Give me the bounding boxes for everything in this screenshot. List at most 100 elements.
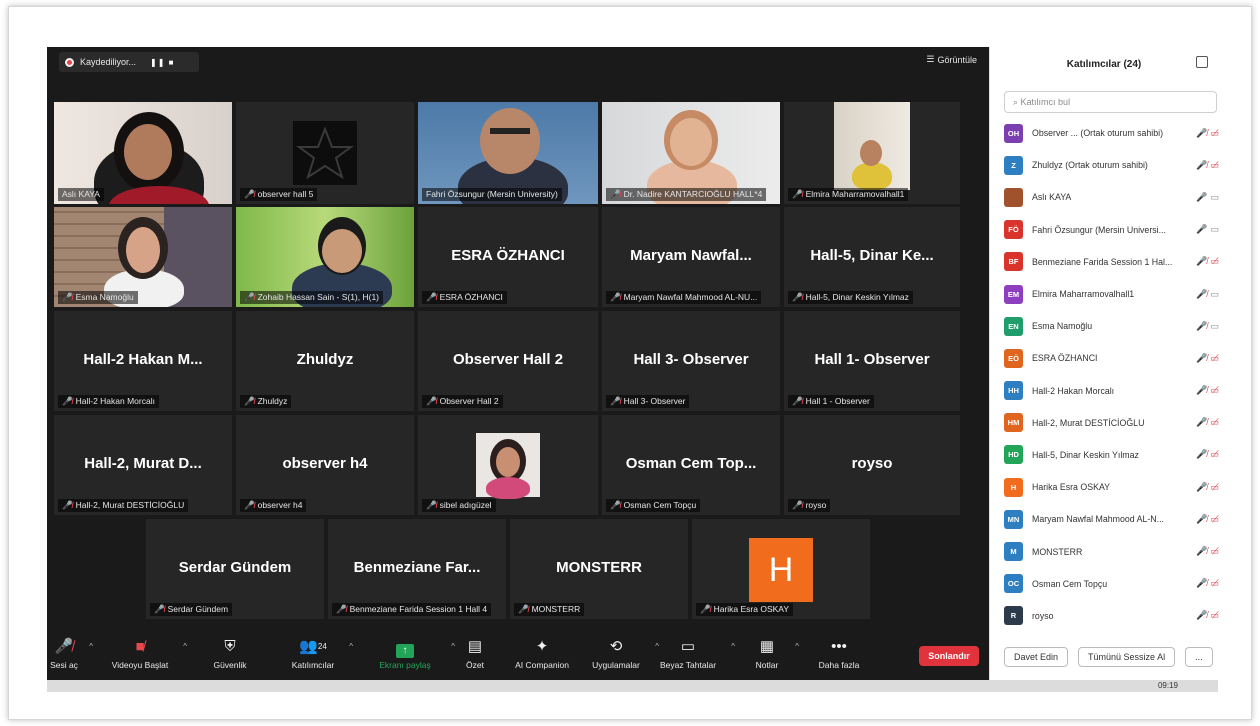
video-tile[interactable]: observer h4 🎤̸ observer h4 xyxy=(236,415,414,515)
ai-companion-button[interactable]: ✦ AI Companion xyxy=(509,630,575,670)
participant-label: 🎤̸ Benmeziane Farida Session 1 Hall 4 xyxy=(332,603,492,616)
chevron-up-icon[interactable]: ^ xyxy=(731,642,735,651)
participant-row[interactable]: OC Osman Cem Topçu 🎤̸ ▭̸ xyxy=(1004,568,1219,600)
search-icon: ⌕ xyxy=(1013,97,1021,107)
participant-row[interactable]: MN Maryam Nawfal Mahmood AL-N... 🎤̸ ▭̸ xyxy=(1004,503,1219,535)
participant-row[interactable]: Aslı KAYA 🎤 ▭ xyxy=(1004,181,1219,213)
video-tile[interactable]: Zhuldyz 🎤̸ Zhuldyz xyxy=(236,311,414,411)
participant-search-input[interactable]: ⌕ Katılımcı bul xyxy=(1004,91,1217,113)
participant-name: Maryam Nawfal... xyxy=(630,246,752,264)
camera-off-icon: ▭̸ xyxy=(1210,385,1219,396)
more-button[interactable]: ••• Daha fazla xyxy=(811,630,867,670)
camera-off-icon: ▭̸ xyxy=(1210,578,1219,589)
video-tile[interactable]: roysо 🎤̸ roysо xyxy=(784,415,960,515)
participant-row[interactable]: HM Hall-2, Murat DESTİCİOĞLU 🎤̸ ▭̸ xyxy=(1004,407,1219,439)
video-tile[interactable]: Hall 3- Observer 🎤̸ Hall 3- Observer xyxy=(602,311,780,411)
video-tile[interactable]: 🎤̸ Zohaib Hassan Sain - S(1), H(1) xyxy=(236,207,414,307)
participants-button[interactable]: 👥24 Katılımcılar ^ xyxy=(285,630,353,670)
camera-off-icon: ▭̸ xyxy=(1210,449,1219,460)
participant-row[interactable]: H Harika Esra OSKAY 🎤̸ ▭̸ xyxy=(1004,471,1219,503)
end-meeting-button[interactable]: Sonlandır xyxy=(919,646,979,666)
security-button[interactable]: ⛨ Güvenlik xyxy=(205,630,255,670)
profile-image xyxy=(293,121,357,185)
more-options-button[interactable]: ... xyxy=(1185,647,1213,667)
whiteboard-button[interactable]: ▭ Beyaz Tahtalar ^ xyxy=(653,630,735,670)
share-screen-button[interactable]: ↑ Ekranı paylaş ^ xyxy=(367,630,455,670)
video-tile[interactable]: Serdar Gündem 🎤̸ Serdar Gündem xyxy=(146,519,324,619)
chevron-up-icon[interactable]: ^ xyxy=(451,642,455,651)
participant-name: MONSTERR xyxy=(1032,546,1083,557)
avatar: HD xyxy=(1004,445,1023,465)
participant-row[interactable]: HH Hall-2 Hakan Morcalı 🎤̸ ▭̸ xyxy=(1004,375,1219,407)
participant-row[interactable]: M MONSTERR 🎤̸ ▭̸ xyxy=(1004,535,1219,567)
video-tile[interactable]: Hall-5, Dinar Ke... 🎤̸ Hall-5, Dinar Kesk… xyxy=(784,207,960,307)
chevron-up-icon[interactable]: ^ xyxy=(349,642,353,651)
video-tile[interactable]: 🎤̸ Dr. Nadire KANTARCIOĞLU HALL*4 xyxy=(602,102,780,204)
view-button[interactable]: ☰ Görüntüle xyxy=(926,54,977,65)
video-tile[interactable]: Hall 1- Observer 🎤̸ Hall 1 - Observer xyxy=(784,311,960,411)
participant-name: Aslı KAYA xyxy=(1032,192,1072,203)
camera-icon: ▭ xyxy=(1210,191,1219,202)
participant-row[interactable]: Z Zhuldyz (Ortak oturum sahibi) 🎤̸ ▭̸ xyxy=(1004,149,1219,181)
video-tile[interactable]: 🎤̸ Esma Namoğlu xyxy=(54,207,232,307)
participant-row[interactable]: EN Esma Namoğlu 🎤̸ ▭ xyxy=(1004,310,1219,342)
participant-name: Observer ... (Ortak oturum sahibi) xyxy=(1032,128,1164,139)
participant-row[interactable]: BF Benmeziane Farida Session 1 Hal... 🎤̸ ▭̸ xyxy=(1004,246,1219,278)
mic-muted-icon: 🎤̸ xyxy=(1196,159,1208,170)
mute-all-button[interactable]: Tümünü Sessize Al xyxy=(1078,647,1176,667)
video-tile[interactable]: ESRA ÖZHANCI 🎤̸ ESRA ÖZHANCI xyxy=(418,207,598,307)
camera-icon: ▭ xyxy=(1210,224,1219,235)
camera-off-icon: ▭̸ xyxy=(1210,546,1219,557)
summary-button[interactable]: ▤ Özet xyxy=(457,630,493,670)
video-tile[interactable]: 🎤̸ Elmira Maharramovalhall1 xyxy=(784,102,960,204)
avatar: EM xyxy=(1004,284,1023,304)
participant-row[interactable]: EM Elmira Maharramovalhall1 🎤̸ ▭ xyxy=(1004,278,1219,310)
camera-icon: ▭ xyxy=(1210,288,1219,299)
video-tile[interactable]: Observer Hall 2 🎤̸ Observer Hall 2 xyxy=(418,311,598,411)
unmute-button[interactable]: 🎤̸ Sesi aç ^ xyxy=(47,630,93,670)
participant-row[interactable]: FÖ Fahri Özsungur (Mersin Universi... 🎤 ▭ xyxy=(1004,214,1219,246)
video-tile[interactable]: Osman Cem Top... 🎤̸ Osman Cem Topçu xyxy=(602,415,780,515)
mic-muted-icon: 🎤̸ xyxy=(1196,320,1208,331)
participant-name: Hall-2, Murat DESTİCİOĞLU xyxy=(1032,417,1145,428)
participant-list: OH Observer ... (Ortak oturum sahibi) 🎤̸ ▭̸… xyxy=(1004,117,1219,632)
participant-name: observer h4 xyxy=(282,454,368,472)
chevron-up-icon[interactable]: ^ xyxy=(795,642,799,651)
participant-row[interactable]: Rroysо 🎤̸ ▭̸ xyxy=(1004,600,1219,632)
camera-off-icon: ▭̸ xyxy=(1210,481,1219,492)
camera-off-icon: ▭̸ xyxy=(1210,513,1219,524)
apps-icon: ⟲ xyxy=(609,638,623,655)
participant-row[interactable]: EÖ ESRA ÖZHANCI 🎤̸ ▭̸ xyxy=(1004,342,1219,374)
popout-icon[interactable] xyxy=(1196,56,1208,68)
apps-button[interactable]: ⟲ Uygulamalar ^ xyxy=(585,630,659,670)
chevron-up-icon[interactable]: ^ xyxy=(89,642,93,651)
mic-muted-icon: 🎤̸ xyxy=(1196,578,1208,589)
camera-off-icon: ▭̸ xyxy=(1210,352,1219,363)
video-tile[interactable]: MONSTERR 🎤̸ MONSTERR xyxy=(510,519,688,619)
camera-off-icon: ■̸ xyxy=(135,638,145,655)
invite-button[interactable]: Davet Edin xyxy=(1004,647,1069,667)
participant-row[interactable]: OH Observer ... (Ortak oturum sahibi) 🎤̸ ▭̸ xyxy=(1004,117,1219,149)
share-icon: ↑ xyxy=(396,644,414,658)
participant-name: Benmeziane Far... xyxy=(353,558,481,576)
chevron-up-icon[interactable]: ^ xyxy=(183,642,187,651)
avatar: MN xyxy=(1004,509,1023,529)
participant-row[interactable]: HD Hall-5, Dinar Keskin Yılmaz 🎤̸ ▭̸ xyxy=(1004,439,1219,471)
video-tile-active-speaker[interactable]: Fahri Özsungur (Mersin University) xyxy=(418,102,598,204)
video-tile[interactable]: Hall-2, Murat D... 🎤̸ Hall-2, Murat DESTİ… xyxy=(54,415,232,515)
video-tile[interactable]: 🎤̸ observer hall 5 xyxy=(236,102,414,204)
mic-muted-icon: 🎤̸ xyxy=(1196,449,1208,460)
start-video-button[interactable]: ■̸ Videoyu Başlat ^ xyxy=(105,630,187,670)
video-tile[interactable]: 🎤̸ sibel adıgüzel xyxy=(418,415,598,515)
recording-indicator[interactable]: Kaydediliyor... ❚❚ ■ xyxy=(59,52,199,72)
participant-name: Fahri Özsungur (Mersin Universi... xyxy=(1032,224,1166,235)
video-tile[interactable]: Aslı KAYA xyxy=(54,102,232,204)
notes-button[interactable]: ▦ Notlar ^ xyxy=(747,630,799,670)
avatar xyxy=(1004,187,1023,207)
video-tile[interactable]: Hall-2 Hakan M... 🎤̸ Hall-2 Hakan Morcalı xyxy=(54,311,232,411)
video-tile[interactable]: Maryam Nawfal... 🎤̸ Maryam Nawfal Mahmood… xyxy=(602,207,780,307)
recording-controls[interactable]: ❚❚ ■ xyxy=(150,58,174,67)
participant-label: 🎤̸ Zhuldyz xyxy=(240,395,292,408)
video-tile[interactable]: Benmeziane Far... 🎤̸ Benmeziane Farida Se… xyxy=(328,519,506,619)
video-tile[interactable]: H 🎤̸ Harika Esra OSKAY xyxy=(692,519,870,619)
